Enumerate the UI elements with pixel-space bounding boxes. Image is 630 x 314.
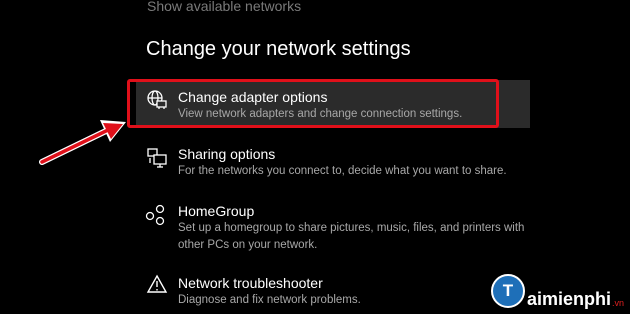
highlight-box: [127, 79, 499, 128]
watermark-suffix: .vn: [611, 298, 624, 308]
option-title: Network troubleshooter: [178, 275, 323, 291]
watermark: T aimienphi .vn: [490, 274, 624, 309]
watermark-text: aimienphi: [526, 289, 611, 309]
warning-icon: [136, 272, 178, 294]
option-title: HomeGroup: [178, 203, 255, 219]
homegroup-option[interactable]: HomeGroup Set up a homegroup to share pi…: [136, 200, 530, 254]
sharing-icon: [136, 143, 178, 169]
top-link-show-networks[interactable]: Show available networks: [147, 0, 301, 14]
homegroup-icon: [136, 200, 178, 226]
network-troubleshooter[interactable]: Network troubleshooter Diagnose and fix …: [136, 272, 530, 309]
option-description: Diagnose and fix network problems.: [178, 294, 361, 306]
pointer-arrow: [36, 118, 132, 173]
section-title: Change your network settings: [146, 38, 411, 60]
option-description: Set up a homegroup to share pictures, mu…: [178, 222, 525, 234]
option-title: Sharing options: [178, 146, 276, 162]
option-description: other PCs on your network.: [178, 239, 318, 251]
watermark-logo: T: [490, 274, 525, 308]
sharing-options[interactable]: Sharing options For the networks you con…: [136, 143, 530, 180]
option-description: For the networks you connect to, decide …: [178, 165, 507, 177]
